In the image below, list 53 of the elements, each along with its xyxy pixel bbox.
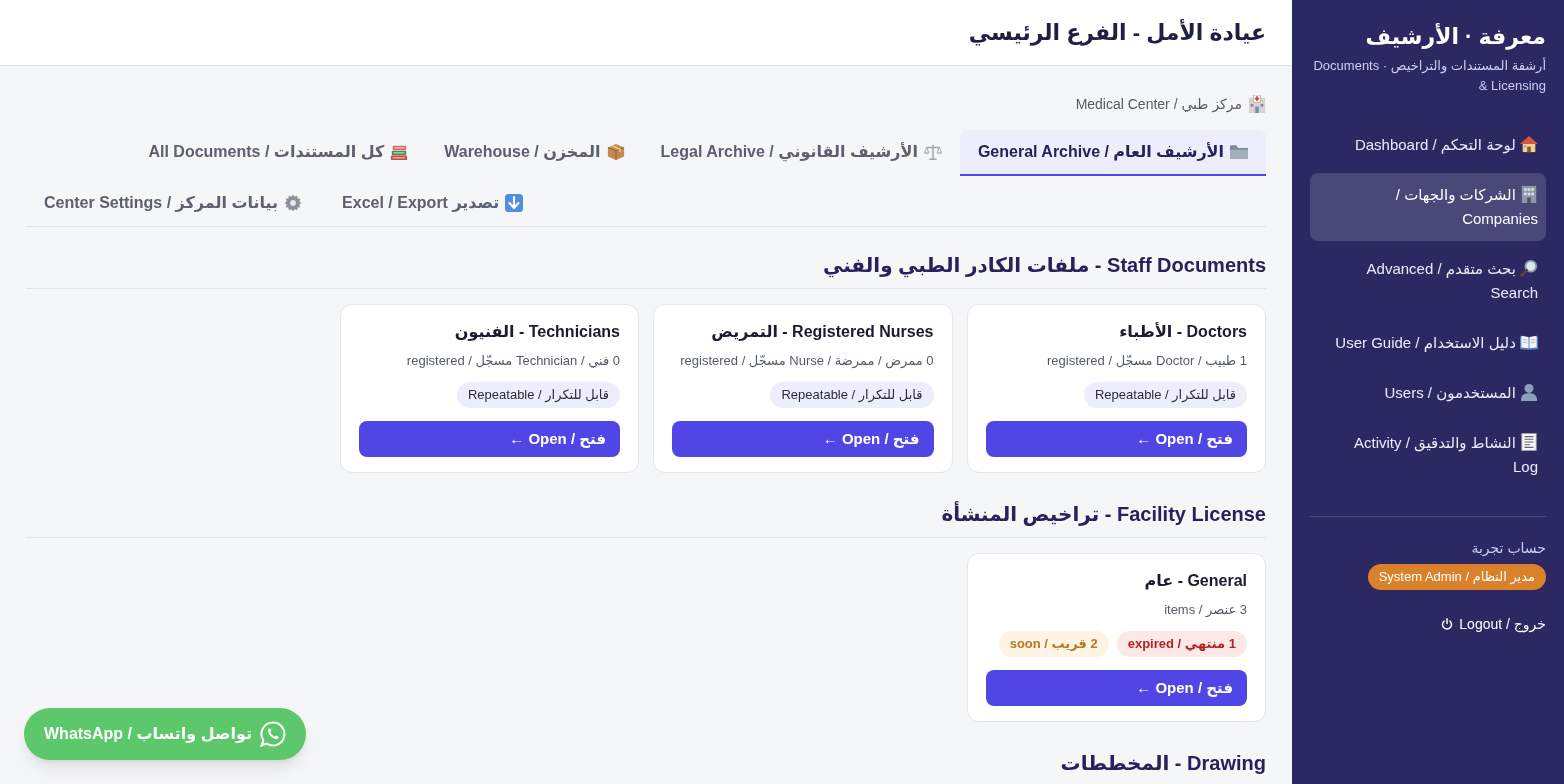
- role-badge: مدير النظام / System Admin: [1367, 564, 1546, 590]
- folder-icon: [1230, 143, 1248, 161]
- page-title: عيادة الأمل - الفرع الرئيسي: [968, 18, 1266, 48]
- books-icon: [390, 143, 409, 161]
- sidebar-item[interactable]: لوحة التحكم / Dashboard: [1310, 123, 1546, 167]
- card-subtitle: 0 ممرض / ممرضة / Nurse مسجّل / registered: [679, 352, 934, 371]
- open-book-icon: [1520, 333, 1538, 351]
- toolbar-button[interactable]: بيانات المركز / Center Settings: [26, 180, 321, 226]
- hospital-icon: [1248, 95, 1266, 113]
- card-subtitle: 0 فني / Technician مسجّل / registered: [405, 352, 620, 370]
- open-button[interactable]: فتح / Open ←: [672, 421, 934, 457]
- account-name: حساب تجربة: [1471, 539, 1546, 558]
- open-button[interactable]: فتح / Open ←: [358, 421, 620, 457]
- logout-link[interactable]: خروج / Logout: [1441, 614, 1546, 634]
- brand-title: معرفة · الأرشيف: [1364, 22, 1546, 52]
- card-title: Doctors - الأطباء: [1118, 321, 1247, 343]
- sidebar-item[interactable]: دليل الاستخدام / User Guide: [1310, 321, 1546, 365]
- card-subtitle: 3 عنصر / items: [1163, 601, 1247, 619]
- section-heading: Facility License - تراخيص المنشأة: [941, 500, 1266, 528]
- office-building-icon: [1520, 185, 1538, 203]
- tab[interactable]: الأرشيف القانوني / Legal Archive: [642, 130, 960, 176]
- gear-icon: [284, 194, 303, 212]
- breadcrumb: مركز طبي / Medical Center: [1075, 95, 1242, 114]
- status-badge: قابل للتكرار / Repeatable: [457, 382, 620, 408]
- open-button[interactable]: فتح / Open ←: [985, 421, 1247, 457]
- status-badge: قابل للتكرار / Repeatable: [1084, 382, 1247, 408]
- section-heading: Staff Documents - ملفات الكادر الطبي والفني: [822, 253, 1266, 279]
- status-badge: 2 قريب / soon: [998, 631, 1109, 657]
- sidebar-item[interactable]: المستخدمون / Users: [1310, 371, 1546, 415]
- chat-phone-icon: [259, 721, 286, 747]
- status-badge: قابل للتكرار / Repeatable: [770, 382, 934, 408]
- section-heading: Drawing - المخططات: [1060, 751, 1266, 776]
- open-button[interactable]: فتح / Open ←: [985, 670, 1247, 706]
- sidebar-item[interactable]: الشركات والجهات / Companies: [1310, 173, 1546, 241]
- sidebar-item[interactable]: بحث متقدم / Advanced Search: [1310, 247, 1546, 315]
- house-icon: [1520, 135, 1538, 153]
- brand-tagline: أرشفة المستندات والتراخيص · Documents & Licensing: [1312, 56, 1546, 95]
- card-title: General - عام: [1143, 571, 1247, 592]
- card-title: Registered Nurses - التمريض: [710, 322, 934, 343]
- tab[interactable]: المخزن / Warehouse: [426, 130, 643, 176]
- sidebar-item[interactable]: النشاط والتدقيق / Activity Log: [1310, 421, 1546, 489]
- card-subtitle: 1 طبيب / Doctor مسجّل / registered: [1046, 352, 1247, 370]
- receipt-icon: [1520, 433, 1538, 451]
- card-title: Technicians - الفنيون: [453, 322, 620, 343]
- toolbar-button[interactable]: تصدير Excel / Export: [324, 180, 542, 226]
- status-badge: 1 منتهي / expired: [1116, 631, 1247, 657]
- search-icon: [1520, 259, 1538, 277]
- scales-icon: [923, 143, 942, 161]
- user-silhouette-icon: [1520, 383, 1538, 401]
- tab[interactable]: كل المستندات / All Documents: [130, 130, 427, 176]
- power-icon: [1441, 618, 1454, 630]
- tab[interactable]: الأرشيف العام / General Archive: [959, 130, 1266, 176]
- package-icon: [606, 143, 625, 161]
